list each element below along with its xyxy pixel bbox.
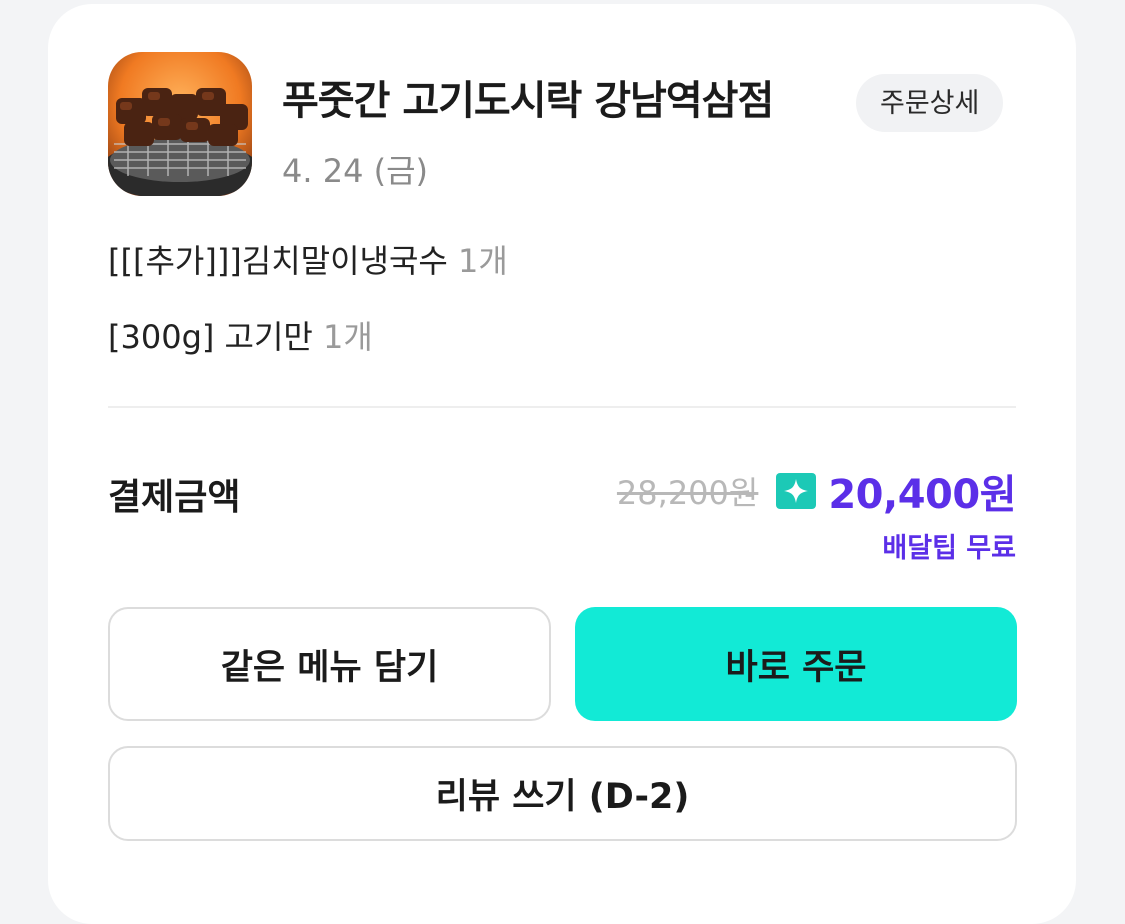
original-price: 28,200원 [616,474,759,512]
menu-item-name: [300g] 고기만 [108,318,313,356]
menu-item: [[[추가]]]김치말이냉국수 1개 [108,236,508,282]
menu-item-quantity: 1개 [458,242,508,280]
final-price: 20,400원 [828,472,1016,518]
menu-item-name: [[[추가]]]김치말이냉국수 [108,242,448,280]
menu-item-quantity: 1개 [323,318,373,356]
order-card: 푸줏간 고기도시락 강남역삼점 주문상세 4. 24 (금) [[[추가]]]김… [48,4,1076,924]
store-name[interactable]: 푸줏간 고기도시락 강남역삼점 [282,68,774,126]
order-date: 4. 24 (금) [282,152,429,190]
add-same-menu-button[interactable]: 같은 메뉴 담기 [108,607,551,721]
store-thumbnail[interactable] [108,52,252,196]
menu-item: [300g] 고기만 1개 [108,312,373,358]
order-now-button[interactable]: 바로 주문 [575,607,1017,721]
delivery-tip-label: 배달팁 무료 [882,533,1016,564]
order-detail-button[interactable]: 주문상세 [856,74,1004,132]
divider [108,406,1016,408]
grilled-meat-photo-icon [108,52,252,196]
price-row: 28,200원 20,400원 [616,462,1017,520]
payment-label: 결제금액 [108,477,241,518]
write-review-button[interactable]: 리뷰 쓰기 (D-2) [108,746,1017,841]
sparkle-icon [776,473,817,509]
